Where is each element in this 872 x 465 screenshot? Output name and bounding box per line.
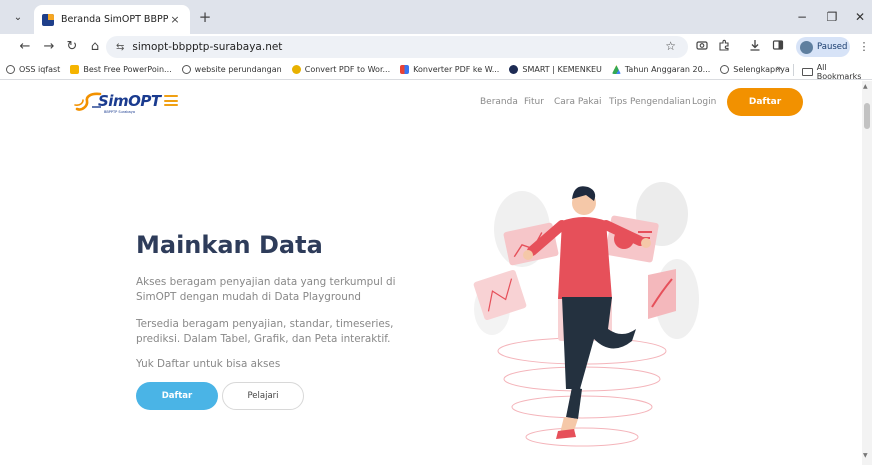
- scrollbar-thumb[interactable]: [864, 103, 870, 129]
- drive-icon: [611, 65, 621, 74]
- globe-icon: [6, 65, 15, 74]
- page-viewport: SimOPT BBPPTP Surabaya Beranda Fitur Car…: [0, 81, 872, 465]
- maximize-button[interactable]: ❐: [820, 8, 844, 26]
- bookmark-item[interactable]: OSS iqfast: [6, 65, 60, 74]
- tab-strip: ⌄ Beranda SimOPT BBPPTP SBY × + − ❐ ✕: [0, 0, 872, 34]
- extensions-icon[interactable]: [716, 39, 732, 55]
- bookmark-star-icon[interactable]: ☆: [665, 39, 676, 53]
- reload-button[interactable]: ↻: [63, 38, 81, 56]
- profile-status: Paused: [817, 42, 848, 52]
- globe-icon: [181, 65, 191, 74]
- site-info-icon[interactable]: ⇆: [116, 42, 124, 53]
- page-scrollbar[interactable]: ▲ ▼: [862, 81, 872, 465]
- download-icon[interactable]: [747, 39, 763, 55]
- folder-icon: [802, 68, 813, 76]
- tab-close-icon[interactable]: ×: [168, 13, 182, 26]
- nav-link-login[interactable]: Login: [692, 97, 716, 107]
- more-bookmarks-button[interactable]: »: [776, 64, 782, 74]
- bookmark-item[interactable]: SMART | KEMENKEU: [509, 65, 602, 74]
- bookmarks-bar: OSS iqfast Best Free PowerPoin... websit…: [0, 60, 872, 81]
- minimize-button[interactable]: −: [790, 8, 814, 26]
- bookmark-item[interactable]: Convert PDF to Wor...: [291, 65, 390, 74]
- logo-subtitle: BBPPTP Surabaya: [104, 110, 135, 114]
- all-bookmarks-button[interactable]: All Bookmarks: [802, 63, 872, 81]
- nav-link-cara-pakai[interactable]: Cara Pakai: [554, 97, 601, 107]
- bookmark-item[interactable]: website perundangan: [181, 65, 282, 74]
- hero-title: Mainkan Data: [136, 231, 323, 259]
- site-logo[interactable]: SimOPT BBPPTP Surabaya: [74, 89, 161, 119]
- new-tab-button[interactable]: +: [196, 8, 214, 26]
- browser-tab-active[interactable]: Beranda SimOPT BBPPTP SBY ×: [34, 5, 190, 34]
- globe-icon: [720, 65, 730, 74]
- address-bar[interactable]: ⇆ simopt-bbpptp-surabaya.net ☆: [106, 36, 688, 58]
- browser-menu-icon[interactable]: ⋮: [856, 39, 872, 55]
- forward-button[interactable]: →: [40, 38, 58, 56]
- hamburger-menu-icon[interactable]: [164, 95, 178, 106]
- nav-link-beranda[interactable]: Beranda: [480, 97, 518, 107]
- slides-icon: [70, 65, 80, 74]
- side-panel-icon[interactable]: [770, 39, 786, 55]
- browser-toolbar: ← → ↻ ⌂ ⇆ simopt-bbpptp-surabaya.net ☆ P…: [0, 34, 872, 60]
- daftar-header-button[interactable]: Daftar: [727, 88, 803, 116]
- bookmark-item[interactable]: Tahun Anggaran 20...: [611, 65, 710, 74]
- nav-link-fitur[interactable]: Fitur: [524, 97, 544, 107]
- site-favicon-icon: [42, 13, 54, 26]
- bookmarks-divider: [793, 64, 794, 76]
- avatar: [800, 40, 813, 54]
- tab-title: Beranda SimOPT BBPPTP SBY: [61, 14, 168, 25]
- bookmark-item[interactable]: Konverter PDF ke W...: [400, 65, 499, 74]
- scroll-down-icon[interactable]: ▼: [863, 452, 868, 459]
- hero-illustration: [473, 182, 699, 447]
- tab-search-chevron-icon[interactable]: ⌄: [8, 9, 28, 25]
- close-window-button[interactable]: ✕: [848, 8, 872, 26]
- url-text[interactable]: simopt-bbpptp-surabaya.net: [132, 41, 282, 53]
- kemenkeu-icon: [509, 65, 519, 74]
- nav-link-tips-pengendalian[interactable]: Tips Pengendalian: [609, 97, 691, 107]
- pdf-icon: [400, 65, 410, 74]
- pelajari-button[interactable]: Pelajari: [222, 382, 304, 410]
- logo-text: SimOPT: [98, 92, 161, 110]
- convert-icon: [291, 65, 301, 74]
- hero-paragraph: Yuk Daftar untuk bisa akses: [136, 358, 281, 370]
- profile-paused-button[interactable]: Paused: [796, 37, 850, 57]
- back-button[interactable]: ←: [16, 38, 34, 56]
- hero-paragraph: Tersedia beragam penyajian, standar, tim…: [136, 318, 394, 345]
- daftar-hero-button[interactable]: Daftar: [136, 382, 218, 410]
- scroll-up-icon[interactable]: ▲: [863, 83, 868, 90]
- hero-paragraph: Akses beragam penyajian data yang terkum…: [136, 276, 396, 303]
- home-button[interactable]: ⌂: [86, 38, 104, 56]
- bookmark-item[interactable]: Best Free PowerPoin...: [70, 65, 172, 74]
- screenshot-icon[interactable]: [694, 39, 710, 55]
